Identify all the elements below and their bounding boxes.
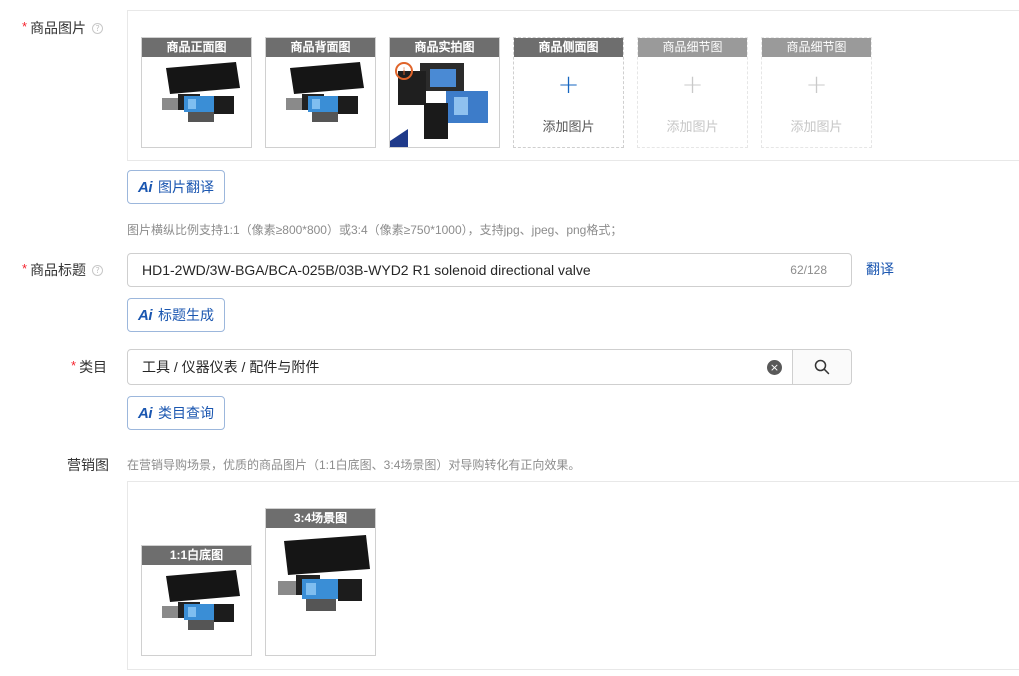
required-mark: * [71,357,77,373]
ai-icon: Ai [138,404,153,422]
help-icon[interactable]: ? [92,264,104,276]
search-icon [814,359,830,375]
plus-icon: + [557,70,580,100]
ai-icon: Ai [138,178,153,196]
category-query-label: 类目查询 [158,405,214,421]
slot-caption: 商品背面图 [266,38,375,57]
category-label-text: 类目 [79,359,108,375]
add-image-label: 添加图片 [790,119,843,134]
valve-photo: i [390,62,488,147]
title-input-value: HD1-2WD/3W-BGA/BCA-025B/03B-WYD2 R1 sole… [142,262,591,278]
slot-caption: 商品实拍图 [390,38,499,57]
marketing-hint: 在营销导购场景，优质的商品图片（1:1白底图、3:4场景图）对导购转化有正向效果… [127,458,581,472]
clear-circle-icon[interactable]: × [767,359,782,375]
marketing-slot-square[interactable]: 1:1白底图 [141,545,252,656]
title-generate-label: 标题生成 [158,307,214,323]
valve-photo [162,62,240,122]
image-translate-button[interactable]: Ai 图片翻译 [127,170,225,204]
images-label: * 商品图片 ? [22,18,104,38]
marketing-slot-portrait[interactable]: 3:4场景图 [265,508,376,656]
slot-caption: 商品正面图 [142,38,251,57]
image-slot-front[interactable]: 商品正面图 [141,37,252,148]
slot-caption: 1:1白底图 [142,546,251,565]
title-translate-link[interactable]: 翻译 [866,259,894,279]
slot-caption: 商品侧面图 [514,38,623,57]
image-slot-detail-2: 商品细节图 + 添加图片 [761,37,872,148]
slot-caption: 3:4场景图 [266,509,375,528]
image-translate-label: 图片翻译 [158,179,214,195]
required-mark: * [22,260,28,276]
images-label-text: 商品图片 [30,20,87,36]
valve-photo [162,570,240,630]
category-query-button[interactable]: Ai 类目查询 [127,396,225,430]
image-slot-detail-1: 商品细节图 + 添加图片 [637,37,748,148]
add-image-label: 添加图片 [666,119,719,134]
svg-text:i: i [403,67,406,78]
plus-icon: + [805,70,828,100]
marketing-label-text: 营销图 [67,457,109,473]
slot-caption: 商品细节图 [638,38,747,57]
add-image-label: 添加图片 [542,119,595,134]
slot-caption: 商品细节图 [762,38,871,57]
image-slot-side-add[interactable]: 商品侧面图 + 添加图片 [513,37,624,148]
image-slot-real[interactable]: i 商品实拍图 [389,37,500,148]
image-format-hint: 图片横纵比例支持1:1（像素≥800*800）或3:4（像素≥750*1000）… [127,223,623,237]
plus-icon: + [681,70,704,100]
title-generate-button[interactable]: Ai 标题生成 [127,298,225,332]
title-input[interactable]: HD1-2WD/3W-BGA/BCA-025B/03B-WYD2 R1 sole… [127,253,852,287]
ai-icon: Ai [138,306,153,324]
title-label-text: 商品标题 [30,262,87,278]
marketing-panel: 1:1白底图 3:4场景图 [127,481,1019,670]
help-icon[interactable]: ? [92,22,104,34]
images-panel: 商品正面图 商品背面图 i 商品实拍图 商品侧面图 + 添加图片 商品细节图 +… [127,10,1019,161]
valve-photo [278,535,370,611]
category-select[interactable]: 工具 / 仪器仪表 / 配件与附件 × [127,349,852,385]
category-value: 工具 / 仪器仪表 / 配件与附件 [142,359,320,375]
image-slot-back[interactable]: 商品背面图 [265,37,376,148]
title-char-counter: 62/128 [790,263,827,277]
title-label: * 商品标题 ? [22,260,104,280]
category-search-button[interactable] [792,350,851,384]
valve-photo [286,62,364,122]
marketing-label: 营销图 [67,455,109,475]
category-label: * 类目 [71,357,107,377]
required-mark: * [22,18,28,34]
